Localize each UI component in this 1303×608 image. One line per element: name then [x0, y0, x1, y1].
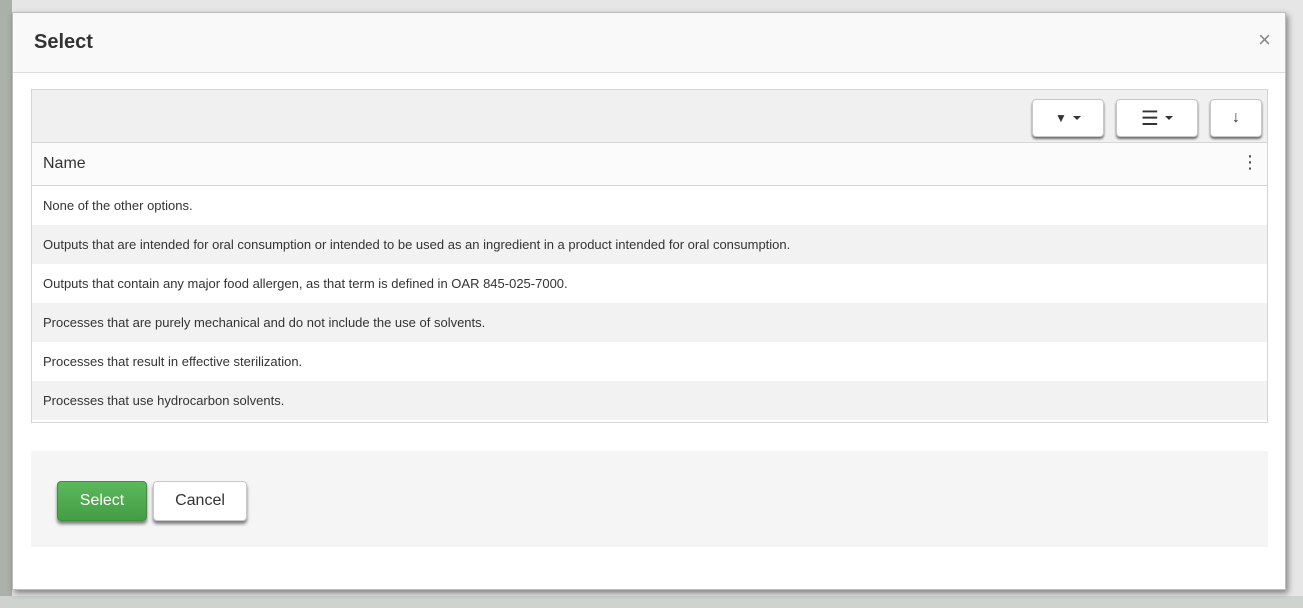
backdrop-edge-bottom — [0, 596, 1303, 608]
dialog-title: Select — [34, 31, 93, 53]
options-grid: ▼ ☰ ↓ Name ⋮ None of the other options. … — [31, 89, 1268, 423]
table-row[interactable]: Processes that use hydrocarbon solvents. — [32, 381, 1267, 420]
backdrop-edge — [0, 0, 12, 608]
table-row[interactable]: Processes that are purely mechanical and… — [32, 303, 1267, 342]
filter-icon: ▼ — [1055, 111, 1067, 125]
table-row[interactable]: Outputs that contain any major food alle… — [32, 264, 1267, 303]
dialog-footer: Select Cancel — [31, 451, 1268, 547]
table-row[interactable]: Outputs that are intended for oral consu… — [32, 225, 1267, 264]
grid-toolbar: ▼ ☰ ↓ — [32, 90, 1267, 143]
grid-rows: None of the other options. Outputs that … — [32, 186, 1267, 420]
columns-menu-button[interactable]: ☰ — [1116, 99, 1198, 137]
chevron-down-icon — [1072, 116, 1081, 120]
column-header-name[interactable]: Name — [43, 155, 86, 173]
filter-button[interactable]: ▼ — [1032, 99, 1104, 137]
column-header-row: Name ⋮ — [32, 143, 1267, 186]
export-button[interactable]: ↓ — [1210, 99, 1262, 137]
table-row[interactable]: None of the other options. — [32, 186, 1267, 225]
select-dialog: Select × ▼ ☰ ↓ Name ⋮ None of the other … — [12, 12, 1286, 590]
cancel-button[interactable]: Cancel — [153, 481, 247, 521]
table-row[interactable]: Processes that result in effective steri… — [32, 342, 1267, 381]
download-arrow-icon: ↓ — [1232, 109, 1240, 126]
column-menu-icon[interactable]: ⋮ — [1241, 153, 1259, 171]
select-button[interactable]: Select — [57, 481, 147, 521]
dialog-header: Select × — [13, 13, 1285, 73]
close-icon[interactable]: × — [1258, 29, 1271, 51]
menu-lines-icon: ☰ — [1141, 107, 1159, 130]
chevron-down-icon — [1164, 116, 1173, 120]
